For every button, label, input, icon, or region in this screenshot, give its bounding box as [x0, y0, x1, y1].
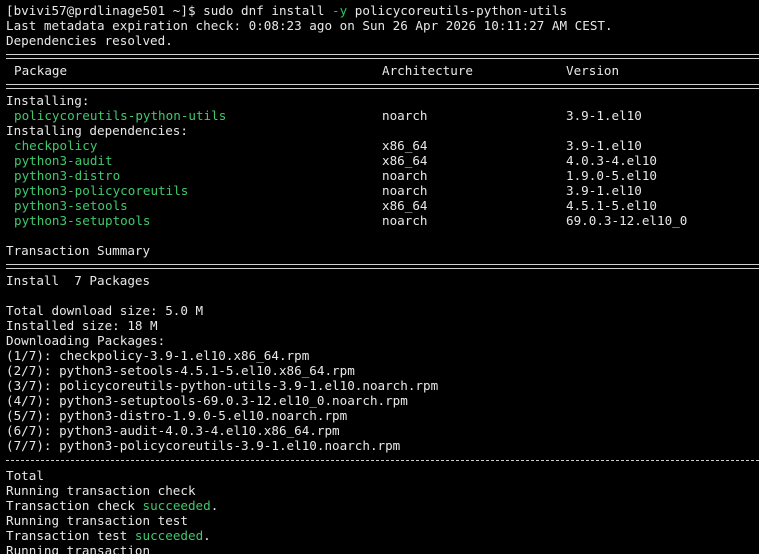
package-arch: noarch	[382, 108, 428, 123]
double-rule	[6, 258, 759, 273]
table-row: python3-distro noarch 1.9.0-5.el10	[6, 168, 759, 183]
transaction-check-line: Transaction check succeeded.	[6, 498, 759, 513]
double-rule	[6, 78, 759, 93]
package-version: 3.9-1.el10	[566, 138, 642, 153]
package-name: python3-setuptools	[14, 213, 151, 228]
running-transaction-line: Running transaction	[6, 543, 151, 554]
double-rule-bar	[6, 54, 759, 59]
test-period: .	[203, 528, 211, 543]
metadata-line: Last metadata expiration check: 0:08:23 …	[6, 18, 613, 33]
table-row: policycoreutils-python-utils noarch 3.9-1.…	[6, 108, 759, 123]
double-rule-bar	[6, 84, 759, 89]
test-text: Transaction test	[6, 528, 135, 543]
download-item: (6/7): python3-audit-4.0.3-4.el10.x86_64…	[6, 423, 340, 438]
download-item: (1/7): checkpolicy-3.9-1.el10.x86_64.rpm	[6, 348, 310, 363]
dashed-rule-bar	[6, 460, 759, 461]
package-version: 1.9.0-5.el10	[566, 168, 657, 183]
package-version: 3.9-1.el10	[566, 108, 642, 123]
double-rule-bar	[6, 264, 759, 269]
command-text: sudo dnf install	[203, 3, 333, 18]
check-text: Transaction check	[6, 498, 143, 513]
installing-label: Installing:	[6, 93, 90, 108]
command-flag: -y	[332, 3, 348, 18]
header-version: Version	[566, 63, 620, 78]
package-version: 69.0.3-12.el10_0	[566, 213, 688, 228]
package-version: 4.0.3-4.el10	[566, 153, 657, 168]
test-status: succeeded	[134, 528, 204, 543]
package-arch: noarch	[382, 213, 428, 228]
table-header: Package Architecture Version	[6, 63, 759, 78]
check-period: .	[210, 498, 219, 513]
package-arch: noarch	[382, 183, 428, 198]
downloading-label: Downloading Packages:	[6, 333, 166, 348]
download-size-line: Total download size: 5.0 M	[6, 303, 204, 318]
package-name: python3-audit	[14, 153, 113, 168]
install-count-line: Install 7 Packages	[6, 273, 151, 288]
dashed-rule	[6, 453, 759, 468]
terminal-window[interactable]: [bvivi57@prdlinage501 ~]$ sudo dnf insta…	[0, 0, 759, 554]
package-arch: noarch	[382, 168, 428, 183]
double-rule	[6, 48, 759, 63]
total-line: Total	[6, 468, 44, 483]
command-line: [bvivi57@prdlinage501 ~]$ sudo dnf insta…	[6, 3, 759, 18]
table-row: python3-setuptools noarch 69.0.3-12.el10_0	[6, 213, 759, 228]
deps-label: Installing dependencies:	[6, 123, 188, 138]
download-item: (5/7): python3-distro-1.9.0-5.el10.noarc…	[6, 408, 348, 423]
package-arch: x86_64	[382, 153, 428, 168]
package-name: python3-policycoreutils	[14, 183, 189, 198]
download-item: (3/7): policycoreutils-python-utils-3.9-…	[6, 378, 439, 393]
shell-prompt: [bvivi57@prdlinage501 ~]$	[6, 3, 204, 18]
header-architecture: Architecture	[382, 63, 473, 78]
package-name: python3-setools	[14, 198, 128, 213]
running-test-line: Running transaction test	[6, 513, 188, 528]
check-status: succeeded	[142, 498, 211, 513]
table-row: python3-setools x86_64 4.5.1-5.el10	[6, 198, 759, 213]
table-row: python3-policycoreutils noarch 3.9-1.el10	[6, 183, 759, 198]
package-name: policycoreutils-python-utils	[14, 108, 227, 123]
deps-resolved-line: Dependencies resolved.	[6, 33, 173, 48]
header-package: Package	[14, 63, 68, 78]
package-name: python3-distro	[14, 168, 121, 183]
package-arch: x86_64	[382, 138, 428, 153]
package-name: checkpolicy	[14, 138, 98, 153]
running-check-line: Running transaction check	[6, 483, 196, 498]
package-version: 4.5.1-5.el10	[566, 198, 657, 213]
installed-size-line: Installed size: 18 M	[6, 318, 158, 333]
download-item: (7/7): python3-policycoreutils-3.9-1.el1…	[6, 438, 401, 453]
table-row: python3-audit x86_64 4.0.3-4.el10	[6, 153, 759, 168]
table-row: checkpolicy x86_64 3.9-1.el10	[6, 138, 759, 153]
package-arch: x86_64	[382, 198, 428, 213]
download-item: (2/7): python3-setools-4.5.1-5.el10.x86_…	[6, 363, 355, 378]
download-item: (4/7): python3-setuptools-69.0.3-12.el10…	[6, 393, 408, 408]
command-args: policycoreutils-python-utils	[347, 3, 568, 18]
summary-title: Transaction Summary	[6, 243, 151, 258]
package-version: 3.9-1.el10	[566, 183, 642, 198]
transaction-test-line: Transaction test succeeded.	[6, 528, 759, 543]
